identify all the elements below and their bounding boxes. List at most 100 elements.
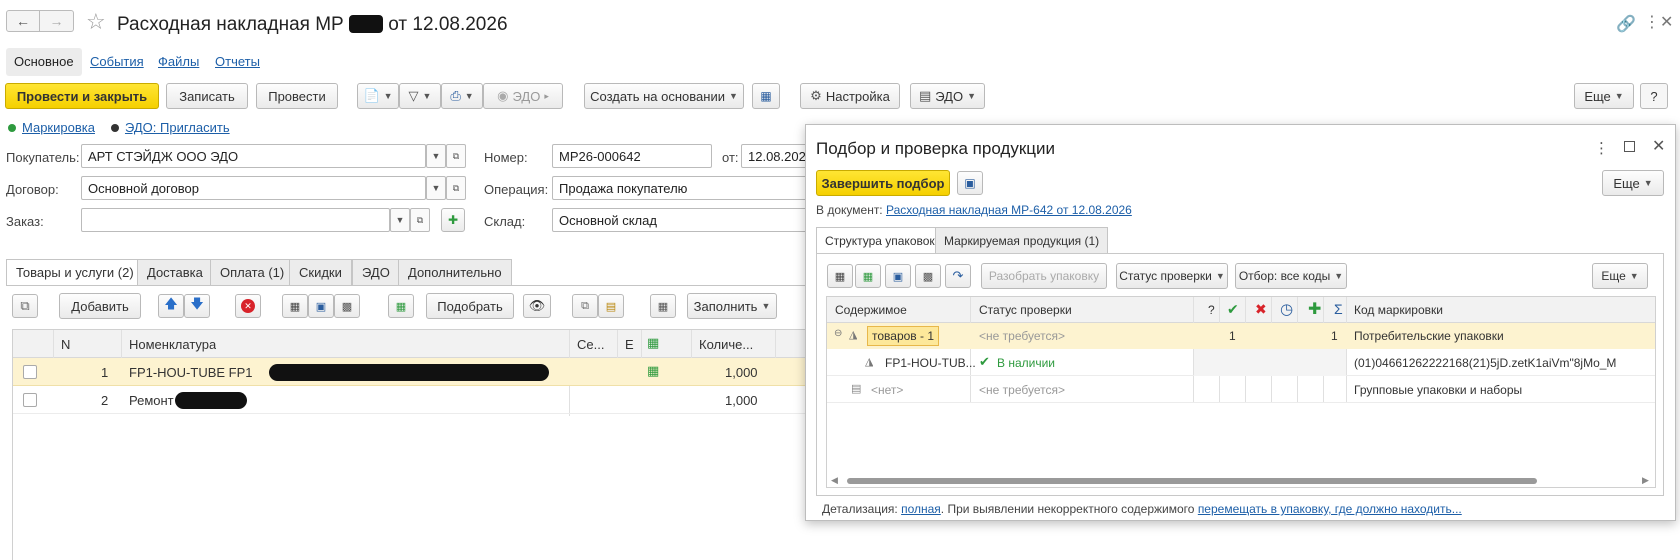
check-status-button[interactable]: Статус проверки ▼ bbox=[1116, 263, 1228, 289]
print-menu-button[interactable]: ⎙ ▼ bbox=[441, 83, 483, 109]
move-down-button[interactable]: 🡇 bbox=[184, 294, 210, 318]
tab-edo[interactable]: ЭДО bbox=[352, 259, 400, 285]
more-button[interactable]: Еще ▼ bbox=[1574, 83, 1634, 109]
marking-link[interactable]: Маркировка bbox=[22, 120, 95, 135]
warehouse-label: Склад: bbox=[484, 214, 526, 229]
refresh-button[interactable]: ↷ bbox=[945, 264, 971, 288]
scanner-button[interactable]: ▣ bbox=[308, 294, 334, 318]
buyer-dropdown-button[interactable]: ▼ bbox=[426, 144, 446, 168]
scrollbar-thumb[interactable] bbox=[847, 478, 1537, 484]
operation-field[interactable]: Продажа покупателю bbox=[552, 176, 811, 200]
save-dialog-button[interactable]: ▣ bbox=[957, 171, 983, 195]
structure-button[interactable]: ▦ bbox=[752, 83, 780, 109]
order-field[interactable] bbox=[81, 208, 390, 232]
warehouse-field[interactable]: Основной склад bbox=[552, 208, 811, 232]
table-row[interactable]: ▤ <нет> <не требуется> Групповые упаковк… bbox=[827, 376, 1655, 403]
contract-field[interactable]: Основной договор bbox=[81, 176, 426, 200]
post-button[interactable]: Провести bbox=[256, 83, 338, 109]
tab-goods[interactable]: Товары и услуги (2) bbox=[6, 259, 144, 286]
delete-row-button[interactable]: ✕ bbox=[235, 294, 261, 318]
link-icon[interactable]: 🔗 bbox=[1616, 14, 1636, 34]
post-close-button[interactable]: Провести и закрыть bbox=[5, 83, 159, 109]
header-status: Статус проверки bbox=[979, 303, 1072, 317]
marking-button[interactable]: ▦ bbox=[388, 294, 414, 318]
tab-additional[interactable]: Дополнительно bbox=[398, 259, 512, 285]
copy-button[interactable]: ⧉ bbox=[572, 294, 598, 318]
table-more-button[interactable]: Еще ▼ bbox=[1592, 263, 1648, 289]
doc-link[interactable]: Расходная накладная МР-642 от 12.08.2026 bbox=[886, 203, 1132, 217]
fill-button[interactable]: Заполнить ▼ bbox=[687, 293, 777, 319]
chevron-down-icon: ▼ bbox=[761, 301, 771, 311]
collapse-icon[interactable]: ⊖ bbox=[834, 328, 842, 339]
settings-label: Настройка bbox=[825, 88, 890, 104]
terminal-button[interactable]: ▩ bbox=[915, 264, 941, 288]
more-vertical-icon[interactable]: ⋮ bbox=[1644, 12, 1660, 32]
paste-button[interactable]: ▤ bbox=[598, 294, 624, 318]
tab-package-structure[interactable]: Структура упаковок bbox=[816, 227, 944, 254]
copy-rows-button[interactable]: ⧉ bbox=[12, 294, 38, 318]
contract-dropdown-button[interactable]: ▼ bbox=[426, 176, 446, 200]
maximize-icon[interactable] bbox=[1624, 141, 1635, 152]
tab-delivery[interactable]: Доставка bbox=[137, 259, 213, 285]
buyer-field[interactable]: АРТ СТЭЙДЖ ООО ЭДО bbox=[81, 144, 426, 168]
filter-codes-button[interactable]: Отбор: все коды ▼ bbox=[1235, 263, 1347, 289]
barcode-button[interactable]: ▦ bbox=[282, 294, 308, 318]
add-row-button[interactable]: Добавить bbox=[59, 293, 141, 319]
table-row[interactable]: ◮ FP1-HOU-TUB... ✔ В наличии (01)0466126… bbox=[827, 349, 1655, 376]
scroll-left-icon[interactable]: ◀ bbox=[831, 475, 838, 486]
settings-button[interactable]: ⚙ Настройка bbox=[800, 83, 900, 109]
close-icon[interactable]: ✕ bbox=[1652, 136, 1665, 156]
tab-reports[interactable]: Отчеты bbox=[215, 54, 260, 69]
order-open-button[interactable]: ⧉ bbox=[410, 208, 430, 232]
pick-button[interactable]: Подобрать bbox=[426, 293, 514, 319]
edo-disabled-button[interactable]: ◉ ЭДО ▸ bbox=[483, 83, 563, 109]
move-up-button[interactable]: 🡅 bbox=[158, 294, 184, 318]
document-menu-button[interactable]: 📄 ▼ bbox=[357, 83, 399, 109]
header-name: Номенклатура bbox=[129, 337, 217, 352]
save-button[interactable]: Записать bbox=[166, 83, 248, 109]
excel-button[interactable]: ▦ bbox=[855, 264, 881, 288]
more-vertical-icon[interactable]: ⋮ bbox=[1594, 139, 1609, 157]
back-button[interactable]: ← bbox=[6, 10, 40, 32]
tab-files[interactable]: Файлы bbox=[158, 54, 199, 69]
order-dropdown-button[interactable]: ▼ bbox=[390, 208, 410, 232]
table-row[interactable]: 1 FP1-HOU-TUBE FP1 ▦ 1,000 bbox=[13, 358, 813, 386]
tsd-button[interactable]: ▩ bbox=[334, 294, 360, 318]
help-button[interactable]: ? bbox=[1640, 83, 1668, 109]
contract-open-button[interactable]: ⧉ bbox=[446, 176, 466, 200]
close-icon[interactable]: ✕ bbox=[1660, 12, 1673, 32]
date-field[interactable]: 12.08.2026 bbox=[741, 144, 811, 168]
tab-main[interactable]: Основное bbox=[6, 48, 82, 76]
favorite-star-icon[interactable]: ☆ bbox=[86, 9, 106, 35]
finish-pick-button[interactable]: Завершить подбор bbox=[816, 170, 950, 196]
order-add-button[interactable]: ✚ bbox=[441, 208, 465, 232]
unpack-button[interactable]: Разобрать упаковку bbox=[981, 263, 1107, 289]
edo-invite-link[interactable]: ЭДО: Пригласить bbox=[125, 120, 230, 135]
forward-button[interactable]: → bbox=[40, 10, 74, 32]
tab-payment[interactable]: Оплата (1) bbox=[210, 259, 295, 285]
edo-button[interactable]: ▤ ЭДО ▼ bbox=[910, 83, 985, 109]
row-checkbox[interactable] bbox=[23, 393, 37, 407]
view-button[interactable]: 👁 bbox=[523, 294, 551, 318]
dialog-more-button[interactable]: Еще ▼ bbox=[1602, 170, 1664, 196]
tab-marked-products[interactable]: Маркируемая продукция (1) bbox=[935, 227, 1109, 253]
table-row[interactable]: ⊖ ◮ товаров - 1 <не требуется> 1 1 Потре… bbox=[827, 323, 1655, 349]
chevron-down-icon: ▸ bbox=[544, 90, 549, 101]
detail-link[interactable]: полная bbox=[901, 502, 941, 516]
fill-label: Заполнить bbox=[693, 298, 758, 314]
number-field[interactable]: МР26-000642 bbox=[552, 144, 712, 168]
row-checkbox[interactable] bbox=[23, 365, 37, 379]
chevron-down-icon: ▼ bbox=[395, 215, 405, 225]
detail-link-move[interactable]: перемещать в упаковку, где должно находи… bbox=[1198, 502, 1462, 516]
horizontal-scrollbar[interactable]: ◀ ▶ bbox=[827, 474, 1655, 487]
filter-menu-button[interactable]: ▽ ▼ bbox=[399, 83, 441, 109]
buyer-open-button[interactable]: ⧉ bbox=[446, 144, 466, 168]
scan-button[interactable]: ▦ bbox=[827, 264, 853, 288]
table-row[interactable]: 2 Ремонт 1,000 bbox=[13, 386, 813, 414]
scanner-button[interactable]: ▣ bbox=[885, 264, 911, 288]
tab-events[interactable]: События bbox=[90, 54, 144, 69]
tab-discounts[interactable]: Скидки bbox=[289, 259, 352, 285]
scroll-right-icon[interactable]: ▶ bbox=[1642, 475, 1649, 486]
calc-button[interactable]: ▦ bbox=[650, 294, 676, 318]
create-basis-button[interactable]: Создать на основании ▼ bbox=[584, 83, 744, 109]
